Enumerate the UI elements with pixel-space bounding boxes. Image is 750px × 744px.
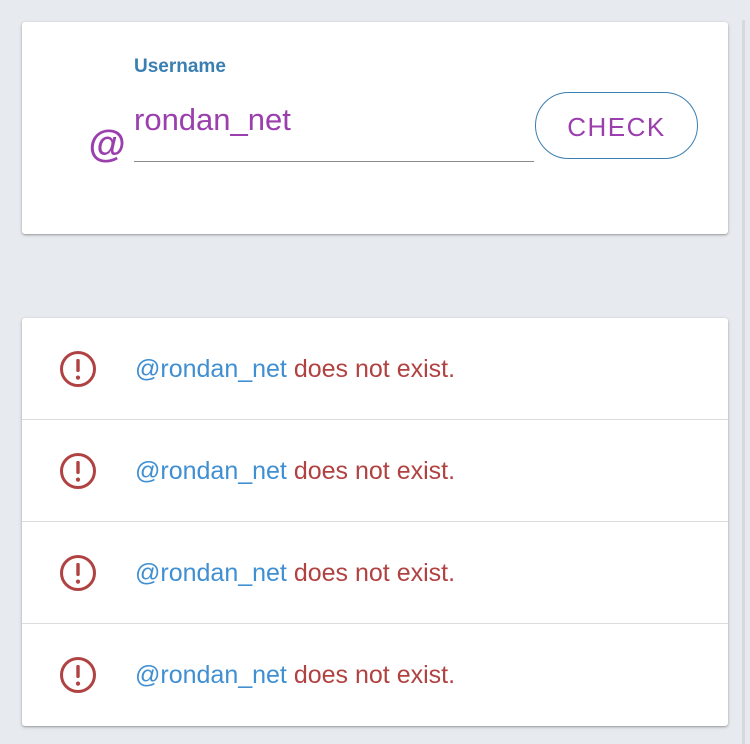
- result-text: @rondan_net does not exist.: [135, 354, 455, 384]
- username-field[interactable]: rondan_net: [134, 97, 534, 162]
- result-message: does not exist.: [293, 355, 456, 383]
- result-text: @rondan_net does not exist.: [135, 660, 455, 690]
- alert-circle-icon: [60, 351, 96, 387]
- at-sign-icon: @: [88, 124, 126, 166]
- username-label: Username: [134, 56, 226, 77]
- result-message: does not exist.: [293, 457, 456, 485]
- result-handle: @rondan_net: [135, 355, 287, 383]
- alert-circle-icon: [60, 657, 96, 693]
- result-row: @rondan_net does not exist.: [22, 521, 728, 622]
- result-message: does not exist.: [293, 559, 456, 587]
- result-handle: @rondan_net: [135, 559, 287, 587]
- check-button[interactable]: CHECK: [535, 92, 698, 159]
- result-handle: @rondan_net: [135, 457, 287, 485]
- username-check-card: @ Username rondan_net CHECK: [22, 22, 728, 234]
- result-row: @rondan_net does not exist.: [22, 419, 728, 520]
- alert-circle-icon: [60, 453, 96, 489]
- result-handle: @rondan_net: [135, 661, 287, 689]
- result-message: does not exist.: [293, 661, 456, 689]
- username-input-value[interactable]: rondan_net: [134, 101, 291, 139]
- scrollbar-track: [742, 20, 745, 744]
- alert-circle-icon: [60, 555, 96, 591]
- result-row: @rondan_net does not exist.: [22, 318, 728, 419]
- result-text: @rondan_net does not exist.: [135, 456, 455, 486]
- result-row: @rondan_net does not exist.: [22, 623, 728, 724]
- results-list: @rondan_net does not exist. @rondan_net …: [22, 318, 728, 726]
- result-text: @rondan_net does not exist.: [135, 558, 455, 588]
